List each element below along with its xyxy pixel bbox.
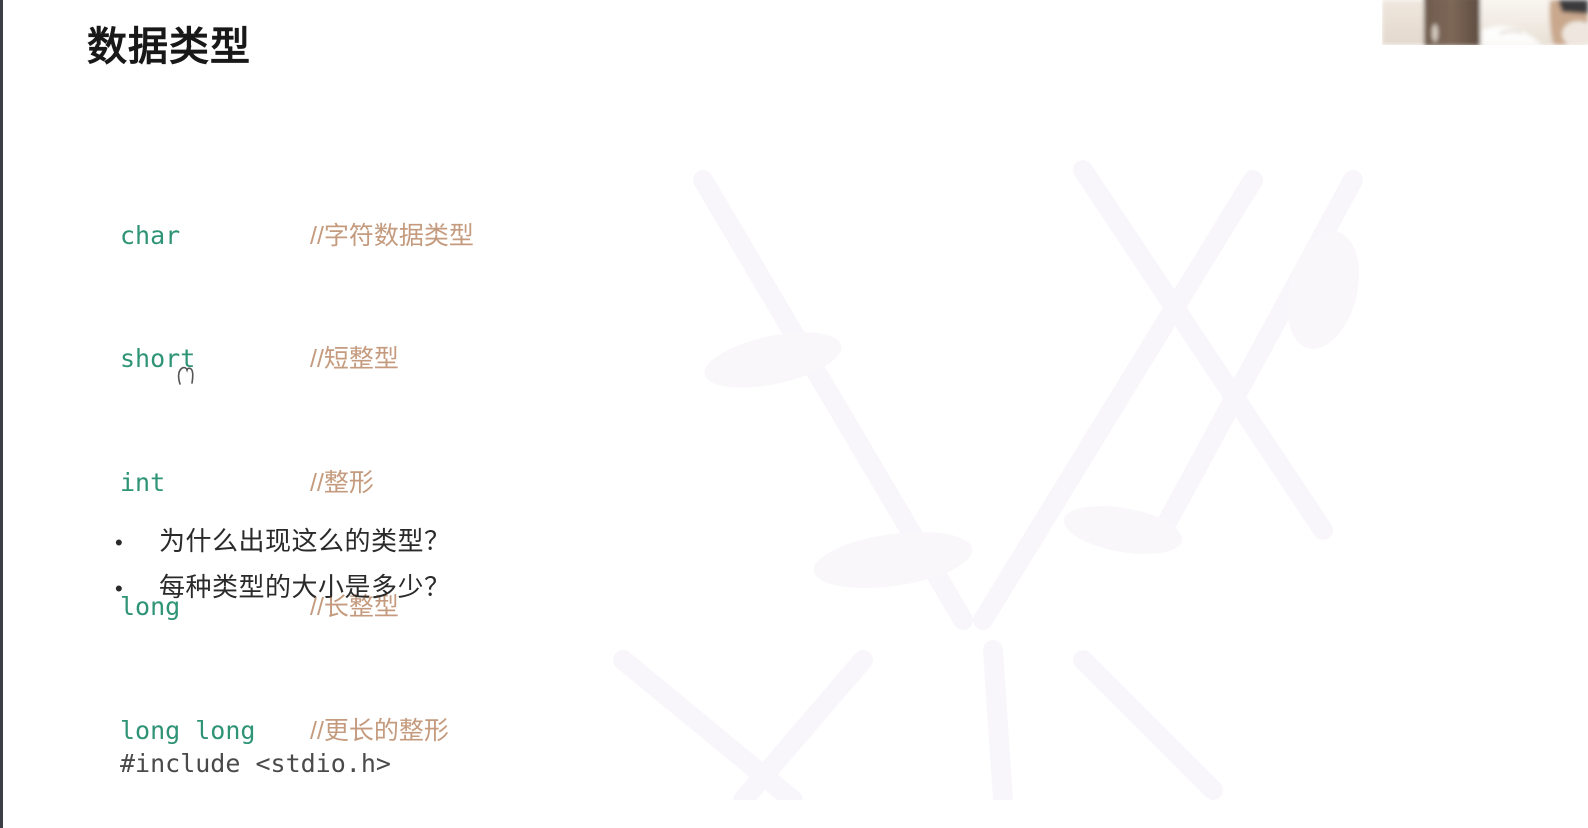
type-row: short //短整型 bbox=[120, 338, 474, 379]
type-keyword: short bbox=[120, 344, 196, 374]
bullet-text: 每种类型的大小是多少？ bbox=[159, 572, 451, 602]
type-row: char //字符数据类型 bbox=[120, 215, 474, 256]
list-item: • 为什么出现这么的类型？ bbox=[115, 518, 451, 564]
slide-canvas: 数据类型 char//字符数据类型 short//短整型 int//整形 lon… bbox=[0, 0, 1588, 828]
code-token: #include <stdio.h> bbox=[120, 748, 391, 778]
webcam-video-overlay[interactable] bbox=[1382, 0, 1588, 45]
type-comment: //短整型 bbox=[310, 345, 399, 374]
bullet-marker-icon: • bbox=[115, 530, 123, 555]
background-watermark bbox=[563, 60, 1543, 800]
type-keyword: int bbox=[120, 468, 166, 498]
type-comment: //整形 bbox=[310, 469, 374, 498]
bullet-marker-icon: • bbox=[115, 576, 123, 601]
type-row: int //整形 bbox=[120, 462, 474, 503]
page-title: 数据类型 bbox=[87, 25, 251, 69]
bullet-text: 为什么出现这么的类型？ bbox=[159, 526, 451, 556]
type-keyword: char bbox=[120, 220, 181, 250]
code-line: #include <stdio.h> bbox=[120, 743, 617, 784]
list-item: • 每种类型的大小是多少？ bbox=[115, 564, 451, 610]
question-bullet-list: • 为什么出现这么的类型？ • 每种类型的大小是多少？ bbox=[115, 518, 451, 610]
c-code-block: #include <stdio.h> int main() { printf("… bbox=[120, 660, 617, 828]
type-comment: //字符数据类型 bbox=[310, 221, 474, 250]
